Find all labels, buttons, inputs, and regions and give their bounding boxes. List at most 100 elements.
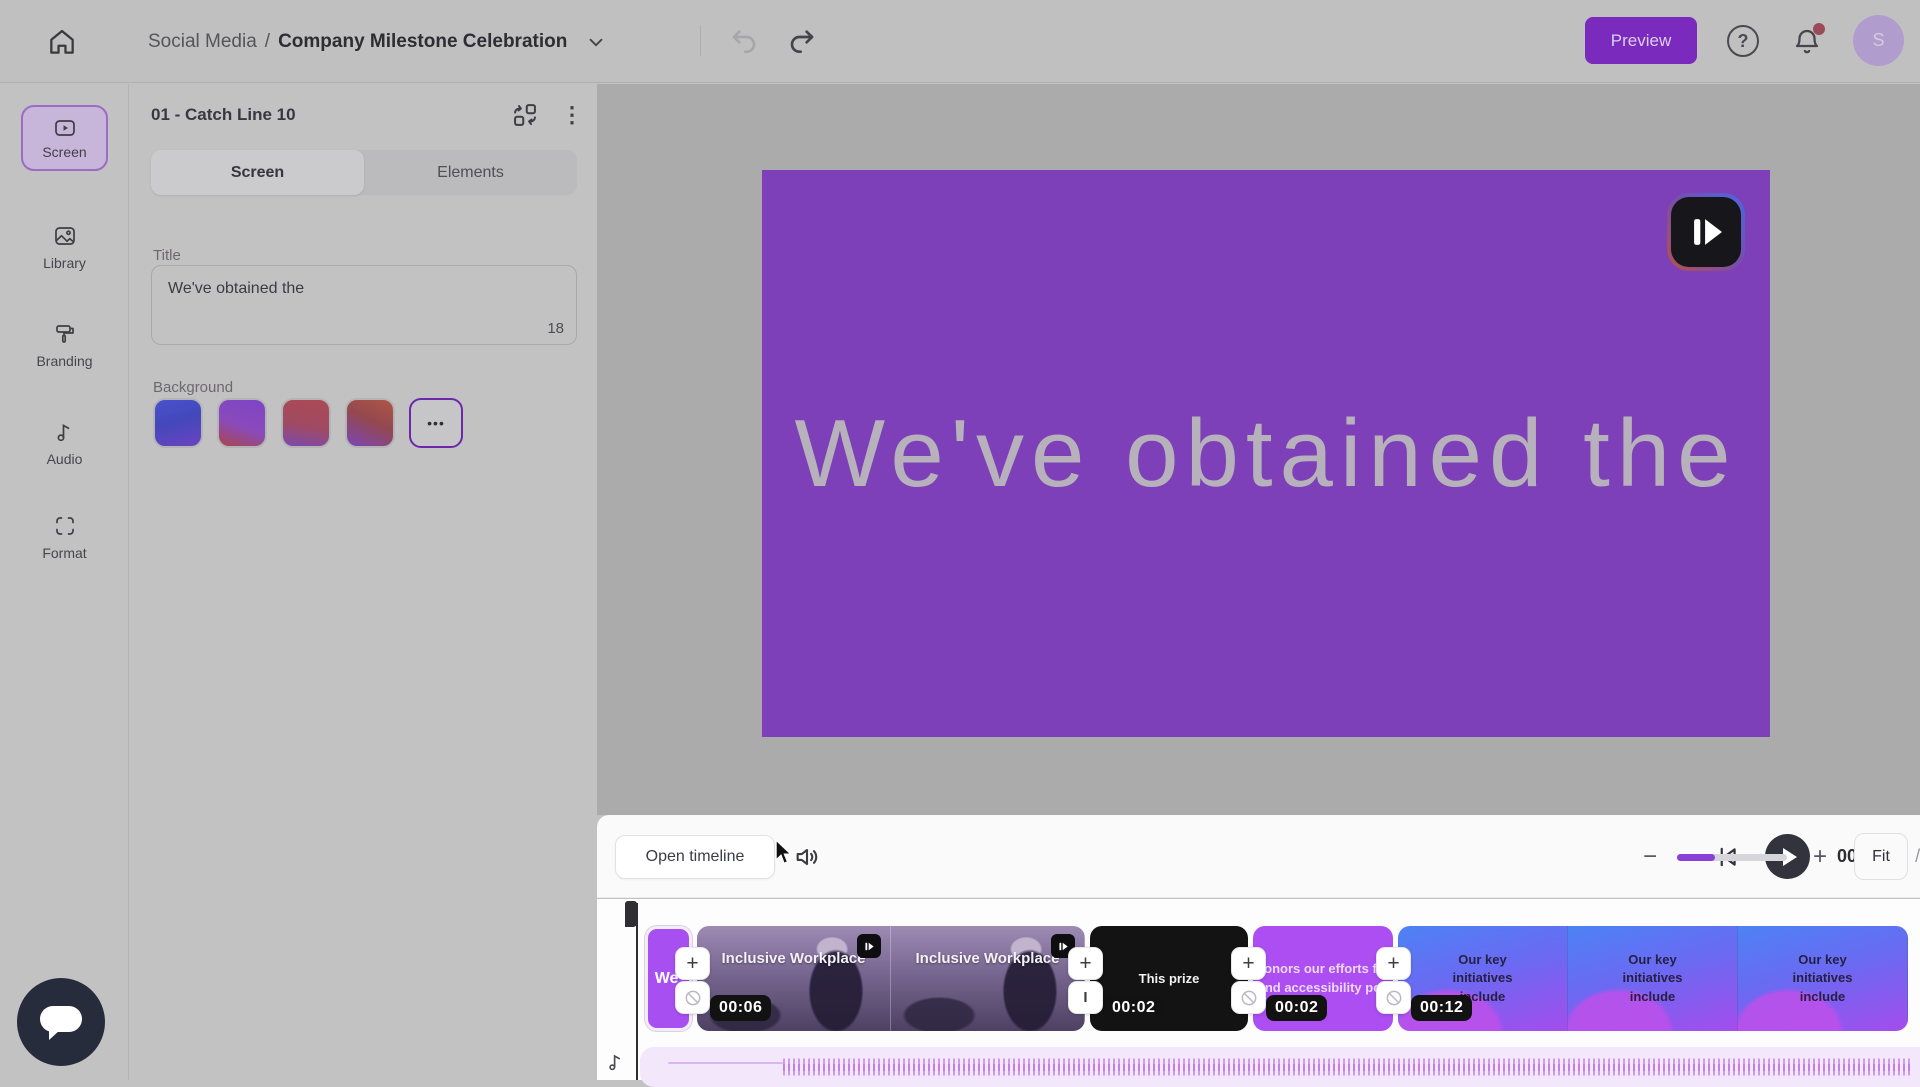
question-icon: ? xyxy=(1738,31,1749,51)
brand-logo xyxy=(1667,193,1745,271)
background-field-label: Background xyxy=(153,379,233,396)
play-brand-icon xyxy=(1684,210,1728,254)
home-button[interactable] xyxy=(46,26,78,58)
sidebar-item-branding[interactable]: Branding xyxy=(0,322,129,369)
notification-dot xyxy=(1813,23,1825,35)
panel-tabs: Screen Elements xyxy=(151,150,577,195)
gradient-thumbnail: Our key initiatives include xyxy=(1738,926,1908,1031)
char-count: 18 xyxy=(547,320,564,337)
breadcrumb: Social Media / Company Milestone Celebra… xyxy=(148,0,607,83)
video-canvas[interactable]: We've obtained the xyxy=(762,170,1770,737)
more-backgrounds-button[interactable]: ••• xyxy=(409,398,463,448)
canvas-area: We've obtained the xyxy=(597,84,1920,815)
transition-disabled-button[interactable] xyxy=(675,981,710,1014)
playback-control-bar: Open timeline 00:00.00 / 00:41.72 − + Fi… xyxy=(597,815,1920,898)
sidebar: Screen Library Branding Audio Format xyxy=(0,84,129,1080)
chat-widget-button[interactable] xyxy=(17,978,105,1066)
sidebar-item-label: Audio xyxy=(47,451,83,467)
screen-icon xyxy=(53,116,77,140)
transition-disabled-button[interactable] xyxy=(1231,981,1266,1014)
sidebar-item-label: Library xyxy=(43,255,86,271)
sidebar-item-label: Branding xyxy=(36,353,92,369)
insert-screen-button[interactable]: + xyxy=(1231,947,1266,980)
sidebar-item-screen[interactable]: Screen xyxy=(21,105,108,171)
waveform xyxy=(783,1059,1910,1076)
home-icon xyxy=(46,26,78,58)
redo-button[interactable] xyxy=(786,24,820,58)
format-frame-icon xyxy=(53,514,77,538)
speaker-icon xyxy=(793,843,823,871)
playhead-line[interactable] xyxy=(636,903,638,1080)
replace-screen-button[interactable] xyxy=(511,101,539,129)
paint-roller-icon xyxy=(53,322,77,346)
fit-button[interactable]: Fit xyxy=(1854,833,1908,880)
canvas-title-text[interactable]: We've obtained the xyxy=(794,399,1737,509)
clip-duration-badge: 00:02 xyxy=(1103,995,1164,1021)
open-timeline-button[interactable]: Open timeline xyxy=(615,835,775,879)
screen-settings-panel: 01 - Catch Line 10 ⋮ Screen Elements Tit… xyxy=(130,84,597,1080)
redo-icon xyxy=(786,25,820,57)
gradient-thumbnail: Our key initiatives include xyxy=(1568,926,1738,1031)
transition-disabled-button[interactable] xyxy=(1376,981,1411,1014)
music-note-icon xyxy=(53,420,77,444)
undo-button[interactable] xyxy=(728,24,762,58)
timeline-clip-gradient-title[interactable]: Our key initiatives include Our key init… xyxy=(1398,926,1908,1031)
clip-brand-badge xyxy=(857,934,881,958)
project-title[interactable]: Company Milestone Celebration xyxy=(278,31,567,53)
insert-screen-button[interactable]: + xyxy=(1376,947,1411,980)
tab-elements[interactable]: Elements xyxy=(364,150,577,195)
audio-track[interactable] xyxy=(640,1047,1920,1087)
zoom-slider[interactable] xyxy=(1677,854,1787,861)
timeline-clip-purple-title[interactable]: honors our efforts for and accessibility… xyxy=(1253,926,1393,1031)
top-bar: Social Media / Company Milestone Celebra… xyxy=(0,0,1920,83)
background-swatch-purple-red[interactable] xyxy=(217,398,267,448)
title-field-label: Title xyxy=(153,247,181,264)
insert-screen-button[interactable]: + xyxy=(1068,947,1103,980)
timeline-clip-dark-title[interactable]: This prize 00:02 xyxy=(1090,926,1248,1031)
video-thumbnail: Inclusive Workplace xyxy=(891,926,1085,1031)
background-swatch-red-purple[interactable] xyxy=(281,398,331,448)
timeline: We' + Inclusive Workplace Inclusive Work… xyxy=(597,899,1920,1080)
library-icon xyxy=(53,224,77,248)
background-swatches: ••• xyxy=(153,398,463,448)
clip-duration-badge: 00:02 xyxy=(1266,995,1327,1021)
breadcrumb-separator: / xyxy=(265,31,270,53)
kebab-icon: ⋮ xyxy=(561,102,583,127)
clip-duration-badge: 00:06 xyxy=(710,995,771,1021)
chevron-down-icon[interactable] xyxy=(585,31,607,53)
toolbar-divider xyxy=(700,26,701,56)
preview-button[interactable]: Preview xyxy=(1585,17,1697,64)
no-transition-icon xyxy=(683,988,703,1008)
avatar-initial: S xyxy=(1872,30,1884,51)
waveform-lead xyxy=(668,1062,783,1064)
timeline-clip-video[interactable]: Inclusive Workplace Inclusive Workplace … xyxy=(697,926,1085,1031)
screen-menu-button[interactable]: ⋮ xyxy=(561,104,583,126)
zoom-slider-fill xyxy=(1677,854,1715,861)
volume-button[interactable] xyxy=(793,843,823,871)
sidebar-item-format[interactable]: Format xyxy=(0,514,129,561)
sidebar-item-audio[interactable]: Audio xyxy=(0,420,129,467)
avatar[interactable]: S xyxy=(1853,15,1904,66)
screen-name: 01 - Catch Line 10 xyxy=(151,105,296,125)
split-clip-button[interactable]: I xyxy=(1068,981,1103,1014)
notifications-button[interactable] xyxy=(1792,24,1826,58)
breadcrumb-folder[interactable]: Social Media xyxy=(148,31,257,53)
help-button[interactable]: ? xyxy=(1727,25,1759,57)
title-input-value[interactable]: We've obtained the xyxy=(168,279,536,300)
swap-icon xyxy=(511,101,539,129)
no-transition-icon xyxy=(1239,988,1259,1008)
insert-screen-button[interactable]: + xyxy=(675,947,710,980)
audio-track-icon xyxy=(605,1051,627,1073)
tab-screen[interactable]: Screen xyxy=(151,150,364,195)
clip-duration-badge: 00:12 xyxy=(1411,995,1472,1021)
title-input[interactable]: We've obtained the 18 xyxy=(151,265,577,345)
zoom-out-button[interactable]: − xyxy=(1637,844,1663,870)
zoom-in-button[interactable]: + xyxy=(1807,844,1833,870)
sidebar-item-library[interactable]: Library xyxy=(0,224,129,271)
background-swatch-orange-purple[interactable] xyxy=(345,398,395,448)
sidebar-item-label: Format xyxy=(42,545,86,561)
background-swatch-blue[interactable] xyxy=(153,398,203,448)
no-transition-icon xyxy=(1384,988,1404,1008)
sidebar-item-label: Screen xyxy=(42,144,86,160)
chat-bubble-icon xyxy=(40,1006,82,1032)
